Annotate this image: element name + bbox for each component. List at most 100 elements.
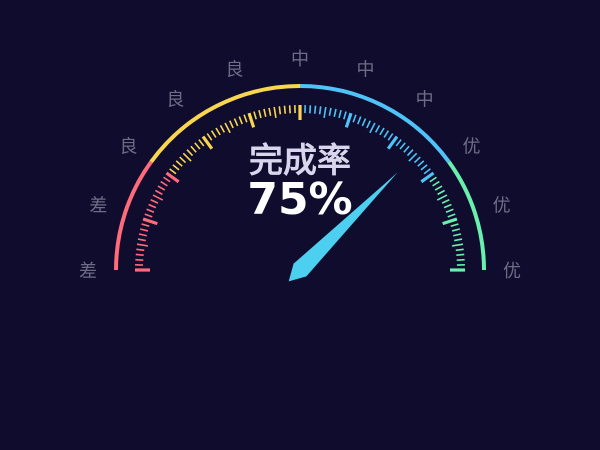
gauge-minor-tick (343, 111, 347, 120)
gauge-minor-tick (450, 223, 459, 227)
gauge-minor-tick (361, 118, 367, 127)
gauge-minor-tick (190, 145, 197, 153)
gauge-minor-tick (451, 243, 464, 247)
gauge-minor-tick (456, 253, 465, 257)
gauge-minor-tick (243, 114, 248, 123)
gauge-minor-tick (420, 164, 428, 171)
gauge-minor-tick (313, 105, 317, 114)
gauge-minor-tick (163, 176, 171, 183)
gauge-minor-tick (160, 180, 168, 187)
gauge-tick-label: 良 (119, 136, 137, 157)
gauge-minor-tick (206, 133, 213, 141)
gauge-minor-tick (144, 213, 153, 218)
gauge-minor-tick (194, 142, 201, 150)
gauge-tick-label: 优 (503, 261, 521, 282)
gauge-value: 75% (247, 174, 352, 225)
gauge-tick-label: 中 (416, 89, 434, 110)
gauge-minor-tick (318, 106, 322, 115)
gauge-minor-tick (186, 149, 194, 157)
gauge-minor-tick (352, 114, 357, 123)
gauge-tick-label: 差 (89, 195, 107, 216)
gauge-minor-tick (258, 109, 262, 119)
gauge-minor-tick (146, 208, 155, 213)
gauge-minor-tick (437, 189, 445, 196)
gauge-minor-tick (182, 152, 192, 162)
gauge-minor-tick (157, 185, 166, 191)
gauge-minor-tick (451, 228, 461, 232)
gauge-tick-label: 中 (357, 59, 375, 80)
gauge-minor-tick (172, 164, 180, 171)
gauge-minor-tick (148, 203, 157, 209)
gauge-minor-tick (403, 145, 410, 153)
gauge-minor-tick (210, 130, 217, 138)
gauge-minor-tick (434, 185, 443, 191)
gauge-minor-tick (447, 213, 456, 218)
gauge-minor-tick (219, 125, 226, 133)
gauge-minor-tick (152, 194, 164, 201)
gauge-minor-tick (253, 111, 257, 120)
gauge-minor-tick (179, 156, 187, 164)
gauge-minor-tick (423, 168, 431, 175)
gauge-minor-tick (215, 127, 221, 136)
gauge-minor-tick (338, 109, 342, 119)
gauge-minor-tick (135, 253, 144, 257)
gauge-band-0 (114, 160, 153, 271)
gauge-minor-tick (369, 122, 376, 134)
gauge-minor-tick (138, 233, 147, 237)
gauge-minor-tick (169, 168, 177, 175)
gauge-minor-tick (137, 238, 146, 242)
gauge-tick-label: 良 (225, 59, 243, 80)
gauge-minor-tick (233, 118, 239, 127)
gauge-minor-tick (309, 105, 312, 114)
gauge-minor-tick (413, 156, 421, 164)
gauge-major-tick (142, 217, 158, 226)
gauge-minor-tick (453, 233, 462, 237)
gauge-minor-tick (383, 130, 390, 138)
gauge-minor-tick (328, 107, 332, 116)
gauge-minor-tick (224, 122, 231, 134)
gauge-minor-tick (456, 258, 465, 261)
gauge-minor-tick (366, 120, 371, 129)
gauge-minor-tick (323, 106, 327, 119)
gauge-minor-tick (135, 258, 144, 261)
gauge-minor-tick (443, 203, 452, 209)
gauge-minor-tick (374, 125, 381, 133)
gauge-minor-tick (357, 116, 362, 125)
gauge-minor-tick (263, 108, 267, 117)
gauge-minor-tick (455, 248, 464, 252)
gauge-minor-tick (155, 189, 163, 196)
gauge-minor-tick (333, 108, 337, 117)
gauge-minor-tick (408, 152, 418, 162)
gauge-minor-tick (136, 243, 149, 247)
gauge-minor-tick (441, 199, 450, 204)
gauge-minor-tick (139, 228, 149, 232)
gauge-minor-tick (395, 139, 402, 147)
gauge-minor-tick (268, 107, 272, 116)
gauge-major-tick (442, 217, 458, 226)
gauge-major-tick (344, 112, 353, 128)
gauge-minor-tick (141, 223, 150, 227)
gauge-minor-tick (198, 139, 205, 147)
gauge-minor-tick (288, 105, 291, 114)
gauge-minor-tick (283, 105, 287, 114)
gauge-minor-tick (238, 116, 243, 125)
gauge-tick-label: 良 (166, 89, 184, 110)
gauge-minor-tick (436, 194, 448, 201)
gauge-minor-tick (445, 208, 454, 213)
gauge-tick-label: 差 (79, 261, 97, 282)
gauge-minor-tick (432, 180, 440, 187)
gauge-minor-tick (454, 238, 463, 242)
gauge-minor-tick (379, 127, 385, 136)
gauge-tick-label: 中 (291, 49, 309, 70)
gauge-chart: 差差良良良中中中优优优 完成率 75% (0, 0, 600, 450)
gauge-minor-tick (273, 106, 277, 119)
gauge-minor-tick (406, 149, 414, 157)
gauge-major-tick (247, 112, 256, 128)
gauge-minor-tick (399, 142, 406, 150)
gauge-minor-tick (175, 160, 183, 167)
gauge-tick-label: 优 (493, 195, 511, 216)
gauge-minor-tick (136, 248, 145, 252)
gauge-svg: 差差良良良中中中优优优 完成率 75% (79, 49, 521, 282)
gauge-tick-label: 优 (463, 136, 481, 157)
gauge-minor-tick (417, 160, 425, 167)
